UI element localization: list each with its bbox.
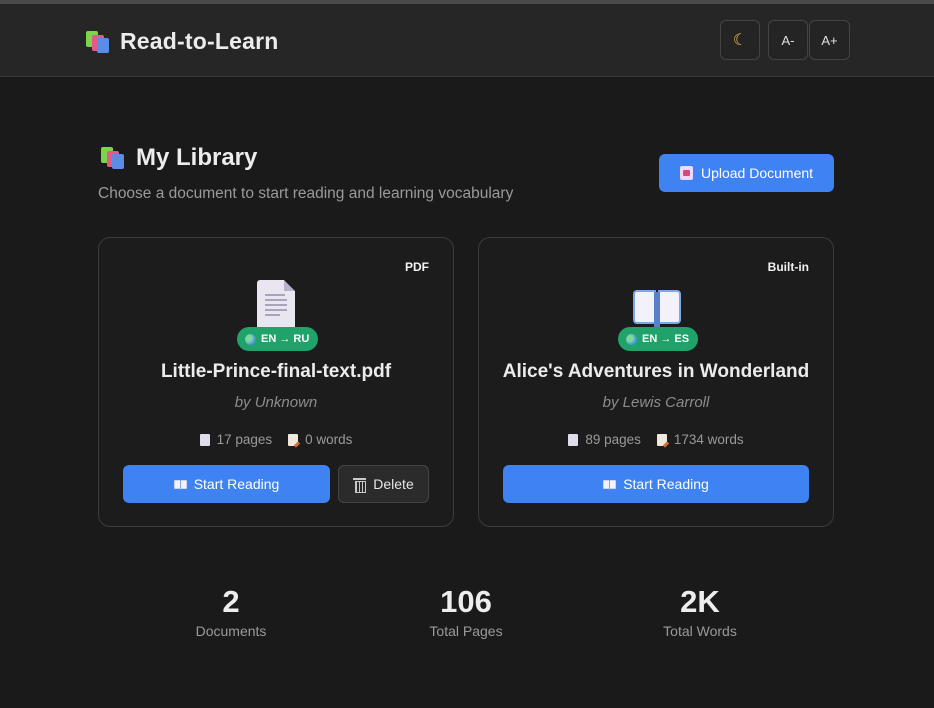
document-author: by Lewis Carroll: [602, 394, 710, 411]
language-badge: EN → RU: [237, 327, 319, 351]
language-pair: EN → ES: [642, 333, 690, 345]
word-count-text: 1734 words: [673, 432, 744, 447]
page-count: 17 pages: [199, 432, 273, 447]
brand: Read-to-Learn: [86, 28, 279, 55]
start-reading-button[interactable]: Start Reading: [503, 465, 809, 503]
page-count-text: 17 pages: [216, 432, 273, 447]
summary-label: Total Pages: [429, 623, 503, 639]
app-title: Read-to-Learn: [120, 28, 279, 54]
delete-label: Delete: [373, 476, 414, 492]
open-book-icon: [173, 479, 187, 490]
document-icon-area: EN → ES: [479, 280, 833, 351]
document-card: Built-in EN → ES Alice's Adventures in W…: [478, 237, 834, 527]
language-pair: EN → RU: [261, 333, 310, 345]
file-icon: [257, 280, 295, 330]
start-reading-button[interactable]: Start Reading: [123, 465, 330, 503]
start-reading-label: Start Reading: [193, 476, 280, 492]
font-decrease-button[interactable]: A-: [768, 20, 808, 60]
summary-label: Documents: [195, 623, 267, 639]
word-count: 0 words: [288, 432, 352, 447]
library-heading: My Library: [101, 144, 257, 172]
app-header: Read-to-Learn ☾ A- A+: [0, 4, 934, 77]
document-title: Little-Prince-final-text.pdf: [160, 361, 392, 382]
summary-words: 2K Total Words: [610, 584, 790, 640]
page-icon: [568, 433, 579, 446]
trash-icon: [353, 477, 367, 493]
start-reading-label: Start Reading: [623, 476, 709, 492]
summary-pages: 106 Total Pages: [376, 584, 556, 640]
language-badge: EN → ES: [618, 327, 699, 351]
document-stats: 89 pages 1734 words: [479, 432, 833, 447]
open-book-icon: [603, 479, 617, 490]
globe-icon: [245, 333, 256, 345]
word-count: 1734 words: [656, 432, 744, 447]
document-author: by Unknown: [234, 394, 318, 411]
moon-icon: ☾: [732, 32, 748, 49]
page-icon: [199, 433, 210, 446]
delete-button[interactable]: Delete: [338, 465, 429, 503]
page-count-text: 89 pages: [585, 432, 641, 447]
document-card: PDF EN → RU Little-Prince-final-text.pdf…: [98, 237, 454, 527]
books-icon: [101, 147, 125, 169]
upload-document-button[interactable]: Upload Document: [659, 154, 834, 192]
summary-value: 2: [222, 584, 240, 619]
summary-documents: 2 Documents: [141, 584, 321, 640]
document-stats: 17 pages 0 words: [99, 432, 453, 447]
globe-icon: [626, 333, 637, 345]
summary-label: Total Words: [663, 623, 737, 639]
document-icon-area: EN → RU: [99, 280, 453, 351]
document-type-badge: Built-in: [767, 260, 809, 274]
page-subtitle: Choose a document to start reading and l…: [98, 185, 514, 202]
theme-toggle-button[interactable]: ☾: [720, 20, 760, 60]
memo-icon: [656, 433, 667, 446]
books-icon: [86, 30, 110, 53]
word-count-text: 0 words: [305, 432, 353, 447]
summary-value: 2K: [680, 584, 720, 619]
upload-icon: [679, 166, 693, 180]
document-title: Alice's Adventures in Wonderland: [502, 361, 810, 382]
summary-value: 106: [440, 584, 492, 619]
book-icon: [632, 290, 682, 328]
page-count: 89 pages: [568, 432, 641, 447]
font-increase-button[interactable]: A+: [809, 20, 850, 60]
upload-document-label: Upload Document: [700, 165, 814, 181]
page-title: My Library: [136, 144, 258, 171]
document-type-badge: PDF: [405, 260, 429, 274]
memo-icon: [288, 433, 299, 446]
